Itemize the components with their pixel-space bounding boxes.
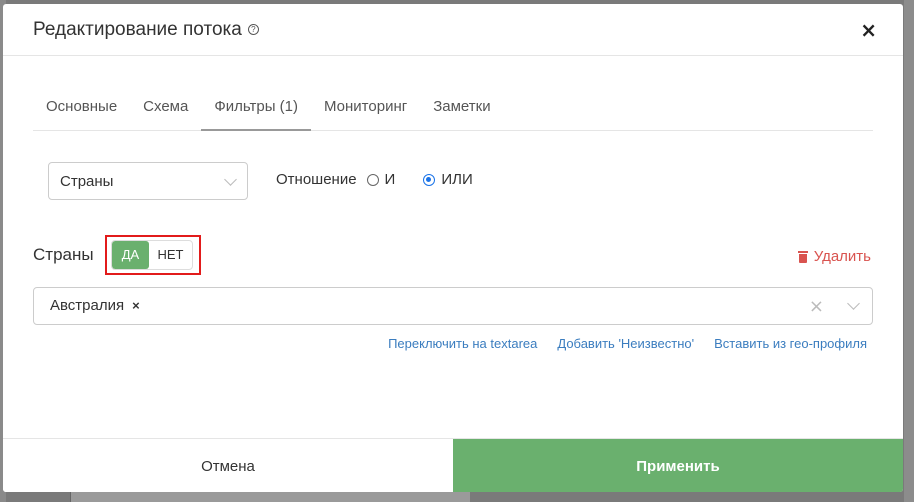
helper-links: Переключить на textarea Добавить 'Неизве… [388, 336, 867, 351]
delete-filter-link[interactable]: Удалить [797, 248, 871, 265]
include-exclude-toggle: ДА НЕТ [111, 240, 193, 270]
apply-button[interactable]: Применить [453, 439, 903, 492]
radio-and[interactable] [366, 173, 379, 186]
relation-option-and[interactable]: И [366, 171, 396, 188]
tab-monitoring[interactable]: Мониторинг [311, 90, 420, 131]
toggle-yes-button[interactable]: ДА [112, 241, 149, 269]
modal-title: Редактирование потока? [33, 19, 259, 41]
background-page-right [904, 0, 914, 502]
tab-bar: Основные Схема Фильтры (1) Мониторинг За… [33, 90, 873, 131]
close-button[interactable]: × [860, 18, 877, 42]
help-icon[interactable]: ? [247, 24, 259, 35]
modal-title-text: Редактирование потока [33, 19, 242, 40]
switch-to-textarea-link[interactable]: Переключить на textarea [388, 336, 537, 351]
add-unknown-link[interactable]: Добавить 'Неизвестно' [557, 336, 694, 351]
chevron-down-icon [224, 173, 237, 186]
tag-remove-icon[interactable]: × [132, 294, 140, 318]
tab-filters[interactable]: Фильтры (1) [201, 90, 312, 131]
relation-or-label: ИЛИ [441, 171, 473, 188]
country-tag: Австралия × [44, 294, 146, 318]
tab-notes[interactable]: Заметки [420, 90, 503, 131]
countries-tag-input[interactable]: Австралия × × [33, 287, 873, 325]
country-tag-label: Австралия [50, 297, 125, 314]
filter-type-value: Страны [60, 173, 114, 190]
modal-header: Редактирование потока? × [3, 4, 903, 56]
modal-footer: Отмена Применить [3, 438, 903, 492]
relation-and-label: И [384, 171, 396, 188]
delete-label: Удалить [813, 248, 871, 265]
relation-option-or[interactable]: ИЛИ [423, 171, 473, 188]
tab-main[interactable]: Основные [33, 90, 130, 131]
toggle-no-button[interactable]: НЕТ [149, 241, 192, 269]
relation-group: Отношение И ИЛИ [276, 171, 501, 188]
trash-icon [797, 250, 808, 263]
chevron-down-icon[interactable] [847, 297, 860, 310]
relation-label: Отношение [276, 171, 357, 188]
clear-icon[interactable]: × [809, 296, 824, 317]
radio-or[interactable] [423, 173, 436, 186]
background-page-bottom [70, 492, 470, 502]
edit-stream-modal: Редактирование потока? × Основные Схема … [3, 4, 903, 492]
tab-scheme[interactable]: Схема [130, 90, 201, 131]
insert-from-geo-profile-link[interactable]: Вставить из гео-профиля [714, 336, 867, 351]
cancel-button[interactable]: Отмена [3, 439, 453, 492]
filter-label: Страны [33, 245, 94, 264]
filter-type-select[interactable]: Страны [48, 162, 248, 200]
